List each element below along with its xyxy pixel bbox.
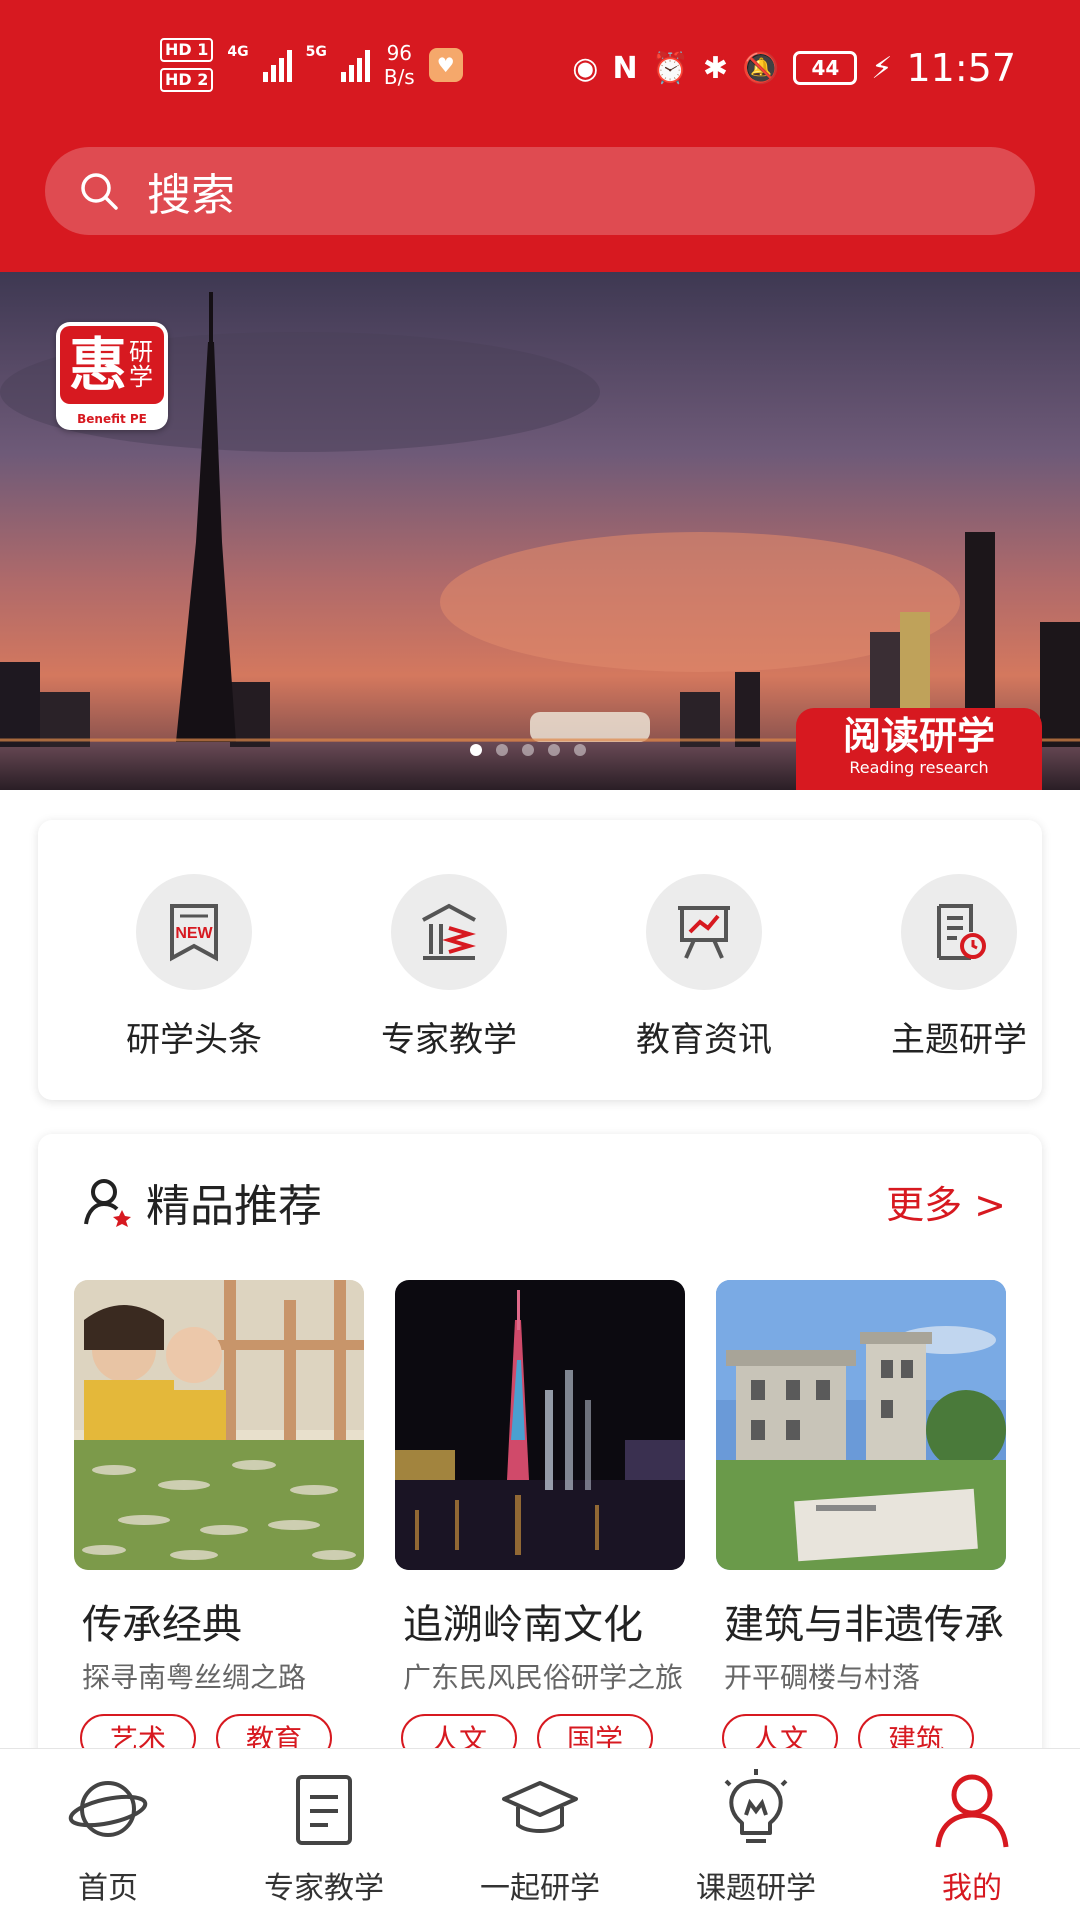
- featured-card-title: 追溯岭南文化: [403, 1602, 643, 1648]
- featured-card-subtitle: 探寻南粤丝绸之路: [82, 1661, 307, 1694]
- presentation-board-icon: [646, 874, 762, 990]
- logo-subtitle: Benefit PE: [77, 412, 147, 426]
- banner-carousel[interactable]: 惠 研学 Benefit PE 阅读研学 Reading research: [0, 272, 1080, 790]
- tab-label: 一起研学: [480, 1871, 600, 1906]
- tab-topic-study[interactable]: 课题研学: [666, 1767, 846, 1907]
- quick-nav-label: 研学头条: [126, 1020, 262, 1060]
- quick-nav-card: NEW 研学头条 专家教学 教育资讯 主题研学: [38, 820, 1042, 1100]
- bluetooth-icon: ✱: [702, 50, 729, 86]
- quick-nav-label: 主题研学: [891, 1020, 1027, 1060]
- quick-nav-label: 教育资讯: [636, 1020, 772, 1060]
- eye-icon: ◉: [572, 50, 599, 86]
- svg-text:NEW: NEW: [175, 925, 213, 942]
- tab-expert-teaching[interactable]: 专家教学: [234, 1767, 414, 1907]
- net1-label: 4G: [227, 44, 249, 60]
- search-input[interactable]: 搜索: [45, 147, 1035, 235]
- app-header: HD 1 HD 2 4G 5G 96 B/s ♥ ◉ N ⏰ ✱ 🔕 44 ⚡ …: [0, 0, 1080, 272]
- featured-card-subtitle: 广东民风民俗研学之旅: [403, 1661, 684, 1694]
- carousel-pager: [470, 744, 586, 756]
- brand-logo: 惠 研学 Benefit PE: [56, 322, 168, 430]
- charging-icon: ⚡: [871, 50, 893, 86]
- quick-nav-theme[interactable]: 主题研学: [859, 874, 1059, 1061]
- tab-label: 首页: [78, 1871, 138, 1906]
- featured-card-subtitle: 开平碉楼与村落: [724, 1661, 921, 1694]
- search-placeholder: 搜索: [147, 170, 235, 221]
- signal-icon: [262, 48, 292, 82]
- clock: 11:57: [906, 46, 1016, 90]
- banner-tag: 阅读研学 Reading research: [796, 708, 1042, 790]
- canton-tower-night-photo: [395, 1280, 685, 1570]
- graduation-cap-icon: [502, 1781, 578, 1833]
- carousel-dot[interactable]: [496, 744, 508, 756]
- status-right: ◉ N ⏰ ✱ 🔕 44 ⚡ 11:57: [572, 46, 1016, 90]
- silkworm-children-photo: [74, 1280, 364, 1570]
- quick-nav-expert[interactable]: 专家教学: [349, 874, 549, 1061]
- more-link[interactable]: 更多 >: [886, 1174, 1006, 1229]
- tab-label: 课题研学: [696, 1871, 816, 1906]
- news-icon: NEW: [136, 874, 252, 990]
- nfc-icon: N: [612, 50, 638, 86]
- search-icon: [81, 173, 118, 210]
- section-title: 精品推荐: [146, 1181, 322, 1232]
- tab-mine[interactable]: 我的: [882, 1767, 1062, 1907]
- featured-card[interactable]: 传承经典 探寻南粤丝绸之路 艺术 教育: [74, 1280, 366, 1762]
- sim2-label: HD 2: [160, 68, 214, 92]
- featured-card[interactable]: 建筑与非遗传承 开平碉楼与村落 人文 建筑: [716, 1280, 1008, 1762]
- tab-study-together[interactable]: 一起研学: [450, 1767, 630, 1907]
- featured-card-title: 传承经典: [82, 1602, 242, 1648]
- logo-main-char: 惠: [68, 331, 127, 399]
- logo-mark: 惠 研学: [60, 326, 164, 404]
- lightbulb-icon: [724, 1769, 788, 1843]
- speed-unit: B/s: [383, 65, 415, 89]
- planet-icon: [68, 1781, 148, 1837]
- featured-card-title: 建筑与非遗传承: [724, 1602, 1004, 1648]
- carousel-dot[interactable]: [470, 744, 482, 756]
- sim-indicators: HD 1 HD 2: [160, 38, 214, 92]
- quick-nav-headlines[interactable]: NEW 研学头条: [94, 874, 294, 1061]
- tab-label: 我的: [942, 1871, 1002, 1906]
- quick-nav-news[interactable]: 教育资讯: [604, 874, 804, 1061]
- document-clock-icon: [901, 874, 1017, 990]
- mute-icon: 🔕: [742, 50, 780, 86]
- signal-icon-2: [340, 48, 370, 82]
- person-star-icon: [84, 1179, 131, 1227]
- status-bar: HD 1 HD 2 4G 5G 96 B/s ♥ ◉ N ⏰ ✱ 🔕 44 ⚡ …: [0, 30, 1080, 110]
- sim1-label: HD 1: [160, 38, 214, 62]
- logo-side-chars: 研学: [129, 337, 153, 391]
- banner-tag-subtitle: Reading research: [849, 758, 989, 777]
- status-left: HD 1 HD 2 4G 5G 96 B/s ♥: [160, 38, 463, 92]
- net2-label: 5G: [305, 44, 327, 60]
- network-speed: 96 B/s: [384, 41, 415, 89]
- carousel-dot[interactable]: [574, 744, 586, 756]
- person-icon: [935, 1774, 1009, 1848]
- quick-nav-label: 专家教学: [381, 1020, 517, 1060]
- speed-value: 96: [386, 41, 413, 65]
- expert-building-icon: [391, 874, 507, 990]
- alarm-icon: ⏰: [651, 50, 689, 86]
- carousel-dot[interactable]: [548, 744, 560, 756]
- tab-label: 专家教学: [264, 1871, 384, 1906]
- kaiping-diaolou-photo: [716, 1280, 1006, 1570]
- section-header: 精品推荐: [82, 1170, 322, 1234]
- battery-icon: 44: [793, 51, 858, 85]
- tab-home[interactable]: 首页: [18, 1767, 198, 1907]
- notebook-icon: [296, 1775, 352, 1845]
- bottom-tab-bar: 首页 专家教学 一起研学 课题研学 我的: [0, 1748, 1080, 1921]
- featured-card[interactable]: 追溯岭南文化 广东民风民俗研学之旅 人文 国学: [395, 1280, 687, 1762]
- carousel-dot[interactable]: [522, 744, 534, 756]
- notification-app-icon: ♥: [428, 48, 463, 82]
- banner-tag-title: 阅读研学: [842, 714, 995, 758]
